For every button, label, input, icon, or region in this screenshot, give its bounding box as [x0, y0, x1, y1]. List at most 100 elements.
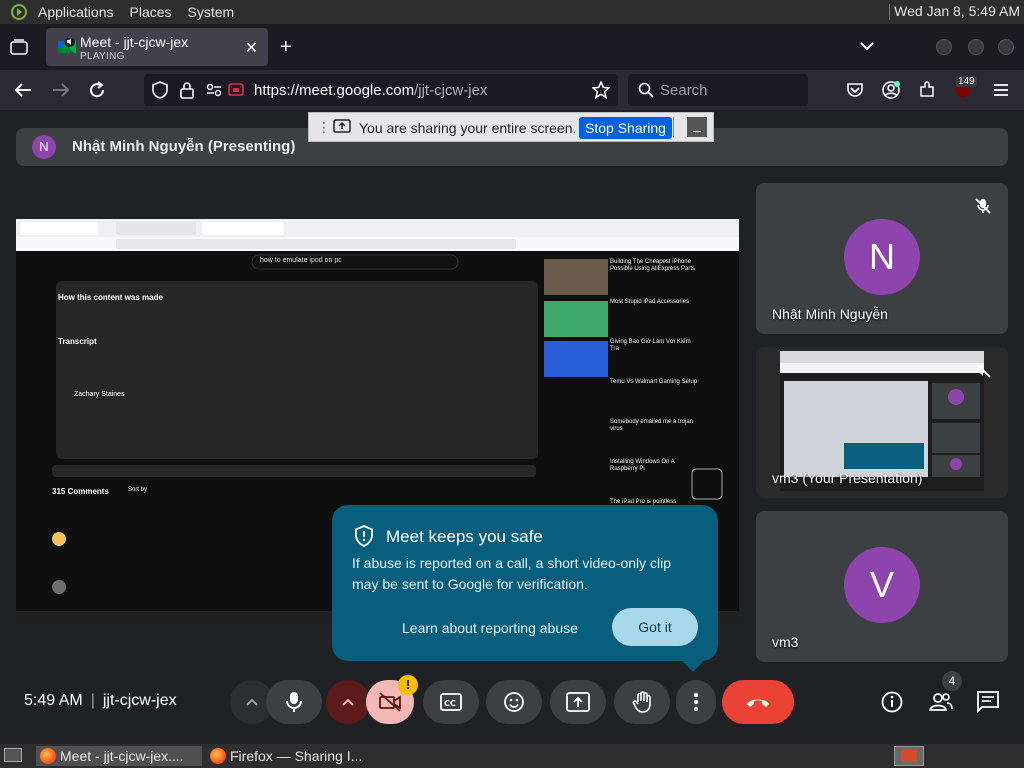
menu-applications[interactable]: Applications — [30, 4, 122, 20]
meeting-details-icon[interactable] — [880, 690, 904, 714]
search-placeholder: Search — [660, 82, 708, 99]
menu-system[interactable]: System — [180, 4, 243, 20]
taskbar-item-sharing[interactable]: Firefox — Sharing I... — [206, 746, 376, 766]
taskbar-item-meet[interactable]: Meet - jjt-cjcw-jex.... — [36, 746, 202, 766]
participant-tile[interactable]: N Nhật Minh Nguyễn — [756, 183, 1008, 334]
meeting-info: 5:49 AM | jjt-cjcw-jex — [24, 692, 177, 710]
permissions-icon[interactable] — [206, 82, 222, 102]
raise-hand-icon — [632, 691, 651, 713]
tab-title: Meet - jjt-cjcw-jex — [80, 34, 189, 50]
presenter-label: Nhật Minh Nguyễn (Presenting) — [72, 138, 296, 155]
bookmark-star-icon[interactable] — [591, 80, 611, 103]
shared-sidebar-video: Most Stupid iPad Accessories — [610, 299, 690, 305]
present-screen-icon — [566, 692, 590, 712]
shared-sidebar-video: Installing Windows On A Raspberry Pi — [610, 459, 675, 472]
lock-icon[interactable] — [180, 81, 194, 103]
taskbar-item-label: Meet - jjt-cjcw-jex.... — [60, 748, 184, 764]
people-count-badge: 4 — [942, 671, 962, 691]
back-icon[interactable] — [12, 79, 34, 101]
firefox-icon — [40, 748, 56, 764]
workspace-window-icon — [901, 750, 917, 762]
top-panel: Applications Places System Wed Jan 8, 5:… — [0, 0, 1024, 24]
screen-sharing-indicator-icon[interactable] — [228, 82, 244, 102]
more-vert-icon — [693, 692, 699, 712]
tab-close-icon[interactable]: ✕ — [245, 38, 258, 58]
participant-tile[interactable]: V vm3 — [756, 511, 1008, 662]
pocket-icon[interactable] — [844, 79, 866, 101]
url-bar[interactable]: https://meet.google.com/jjt-cjcw-jex — [144, 74, 618, 106]
present-screen-button[interactable] — [550, 680, 606, 724]
chat-icon[interactable] — [976, 690, 1000, 714]
video-options-button[interactable] — [326, 680, 370, 724]
shared-sidebar-list: Building The Cheapest iPhone Possible Us… — [610, 259, 700, 519]
tab-meet[interactable]: Meet - jjt-cjcw-jex PLAYING ✕ — [46, 28, 268, 66]
drag-handle-icon[interactable]: ⋮ — [317, 119, 331, 136]
participant-avatar: V — [844, 547, 920, 623]
url-text: https://meet.google.com/jjt-cjcw-jex — [254, 82, 487, 99]
shared-content-heading: How this content was made — [58, 293, 163, 302]
taskbar-item-label: Firefox — Sharing I... — [230, 748, 363, 764]
meet-content: N Nhật Minh Nguyễn (Presenting) how to e… — [0, 110, 1024, 744]
chevron-up-icon — [342, 698, 354, 706]
shared-channel-name: Zachary Staines — [74, 391, 125, 398]
raise-hand-button[interactable] — [614, 680, 670, 724]
microphone-button[interactable] — [266, 680, 322, 724]
reload-icon[interactable] — [86, 79, 108, 101]
tab-playing-label: PLAYING — [80, 51, 125, 62]
participant-name: vm3 — [772, 634, 799, 650]
sharing-message: You are sharing your entire screen. — [359, 120, 577, 136]
emoji-icon — [504, 692, 524, 712]
list-all-tabs-icon[interactable] — [860, 38, 874, 56]
panel-separator — [889, 4, 890, 20]
people-icon[interactable] — [928, 690, 953, 714]
audio-muted-icon — [974, 361, 992, 379]
svg-text:CC: CC — [444, 699, 456, 708]
shared-sidebar-video: Temu Vs Walmart Gaming Setup — [610, 379, 698, 385]
window-close-icon[interactable] — [998, 39, 1014, 55]
shared-search-query: how to emulate ipod on pc — [260, 257, 342, 264]
camera-warning-badge: ! — [398, 675, 418, 695]
hide-sharing-bar-button[interactable]: _ — [687, 117, 707, 137]
search-icon — [638, 82, 654, 102]
firefox-icon — [210, 748, 226, 764]
search-bar[interactable]: Search — [628, 74, 808, 106]
url-host: https://meet.google.com — [254, 82, 415, 99]
show-desktop-icon[interactable] — [4, 748, 22, 762]
screen-share-icon — [333, 119, 351, 138]
participant-avatar: N — [844, 219, 920, 295]
leave-call-button[interactable] — [722, 680, 794, 724]
extensions-icon[interactable] — [916, 79, 938, 101]
captions-icon: CC — [440, 693, 462, 711]
got-it-button[interactable]: Got it — [612, 608, 698, 646]
view-tabs-icon[interactable] — [8, 36, 30, 58]
gnome-foot-icon[interactable] — [8, 3, 30, 21]
participant-name: Nhật Minh Nguyễn — [772, 306, 888, 322]
meeting-time: 5:49 AM — [24, 692, 83, 709]
meeting-info-divider: | — [90, 692, 95, 709]
reactions-button[interactable] — [486, 680, 542, 724]
sharing-bar-divider — [673, 117, 674, 137]
url-path: /jjt-cjcw-jex — [414, 82, 488, 99]
stop-sharing-button[interactable]: Stop Sharing — [579, 117, 672, 139]
account-icon[interactable] — [880, 79, 902, 101]
shared-transcript-heading: Transcript — [58, 337, 97, 346]
meet-favicon-icon — [58, 37, 76, 56]
window-minimize-icon[interactable] — [936, 39, 952, 55]
window-maximize-icon[interactable] — [968, 39, 984, 55]
more-options-button[interactable] — [676, 680, 716, 724]
workspace-switcher[interactable] — [894, 746, 924, 766]
menu-places[interactable]: Places — [122, 4, 180, 20]
shared-sidebar-video: Giving Bao Giờ Làm Với Kiếm Tra — [610, 339, 691, 352]
meet-safety-popup: Meet keeps you safe If abuse is reported… — [332, 505, 718, 672]
tracking-shield-icon[interactable] — [152, 81, 168, 103]
learn-abuse-link[interactable]: Learn about reporting abuse — [402, 620, 578, 636]
panel-clock[interactable]: Wed Jan 8, 5:49 AM — [894, 3, 1020, 19]
captions-button[interactable]: CC — [423, 680, 479, 724]
mic-off-icon — [974, 197, 992, 215]
app-menu-icon[interactable] — [990, 79, 1012, 101]
presentation-label: vm3 (Your Presentation) — [772, 470, 923, 486]
new-tab-icon[interactable]: + — [280, 36, 292, 59]
forward-icon[interactable] — [50, 79, 72, 101]
ublock-badge: 149 — [956, 76, 977, 87]
presentation-tile[interactable]: vm3 (Your Presentation) — [756, 347, 1008, 498]
